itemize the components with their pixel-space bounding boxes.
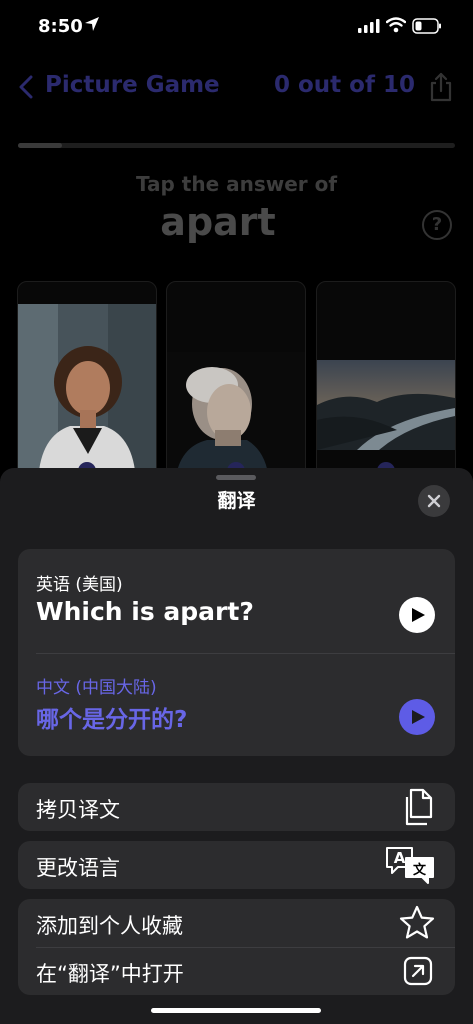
sheet-grabber[interactable]	[216, 475, 256, 480]
answer-card-landscape[interactable]	[316, 281, 456, 481]
copy-translation-button[interactable]: 拷贝译文	[18, 783, 455, 831]
battery-icon	[412, 18, 441, 34]
home-indicator	[151, 1008, 321, 1013]
sheet-title: 翻译	[217, 490, 256, 512]
answer-card-old-man[interactable]	[166, 281, 306, 481]
open-in-translate-label: 在“翻译”中打开	[36, 962, 184, 986]
translate-icon: A 文	[386, 847, 434, 884]
source-language-label: 英语 (美国)	[36, 575, 123, 595]
copy-translation-label: 拷贝译文	[36, 798, 120, 822]
close-icon	[427, 494, 441, 508]
question-prompt: Tap the answer of	[135, 172, 338, 196]
share-icon[interactable]	[428, 72, 454, 102]
back-chevron-icon[interactable]	[18, 75, 34, 99]
add-to-favorites-label: 添加到个人收藏	[36, 914, 183, 938]
copy-translation-group: 拷贝译文	[18, 783, 455, 831]
translated-text: 哪个是分开的?	[36, 707, 188, 733]
open-in-translate-button[interactable]: 在“翻译”中打开	[18, 947, 455, 995]
copy-icon	[405, 788, 433, 826]
translate-icon-glyph-a: A	[394, 849, 406, 867]
wifi-icon	[386, 17, 406, 33]
more-actions-group: 添加到个人收藏 在“翻译”中打开	[18, 899, 455, 995]
help-button[interactable]: ?	[422, 210, 452, 240]
change-language-group: 更改语言 A 文	[18, 841, 455, 889]
source-text: Which is apart?	[36, 597, 254, 626]
status-bar: 8:50	[0, 0, 473, 54]
star-icon	[399, 905, 435, 939]
target-word: apart	[160, 200, 276, 244]
navigation-bar: Picture Game 0 out of 10	[0, 60, 473, 114]
open-external-icon	[403, 956, 433, 986]
translation-card: 英语 (美国) Which is apart? 中文 (中国大陆) 哪个是分开的…	[18, 549, 455, 756]
woman-portrait-image	[18, 304, 156, 480]
cellular-signal-icon	[358, 19, 380, 33]
location-arrow-icon	[85, 17, 99, 31]
status-time: 8:50	[38, 16, 83, 37]
change-language-button[interactable]: 更改语言 A 文	[18, 841, 455, 889]
translate-icon-glyph-b: 文	[413, 862, 427, 878]
play-icon	[412, 608, 425, 622]
target-language-label: 中文 (中国大陆)	[36, 678, 157, 698]
play-source-button[interactable]	[399, 597, 435, 633]
change-language-label: 更改语言	[36, 856, 120, 880]
game-progress-bar	[18, 143, 455, 148]
question-progress: 0 out of 10	[273, 72, 415, 98]
play-translation-button[interactable]	[399, 699, 435, 735]
close-button[interactable]	[418, 485, 450, 517]
translate-sheet: 翻译 英语 (美国) Which is apart? 中文 (中国大陆) 哪个是…	[0, 468, 473, 1024]
game-progress-fill	[18, 143, 62, 148]
play-icon	[412, 710, 425, 724]
mountain-lake-image	[317, 360, 455, 450]
back-button[interactable]: Picture Game	[45, 72, 220, 98]
answer-card-woman[interactable]	[17, 281, 157, 481]
divider	[36, 653, 455, 654]
add-to-favorites-button[interactable]: 添加到个人收藏	[18, 899, 455, 947]
